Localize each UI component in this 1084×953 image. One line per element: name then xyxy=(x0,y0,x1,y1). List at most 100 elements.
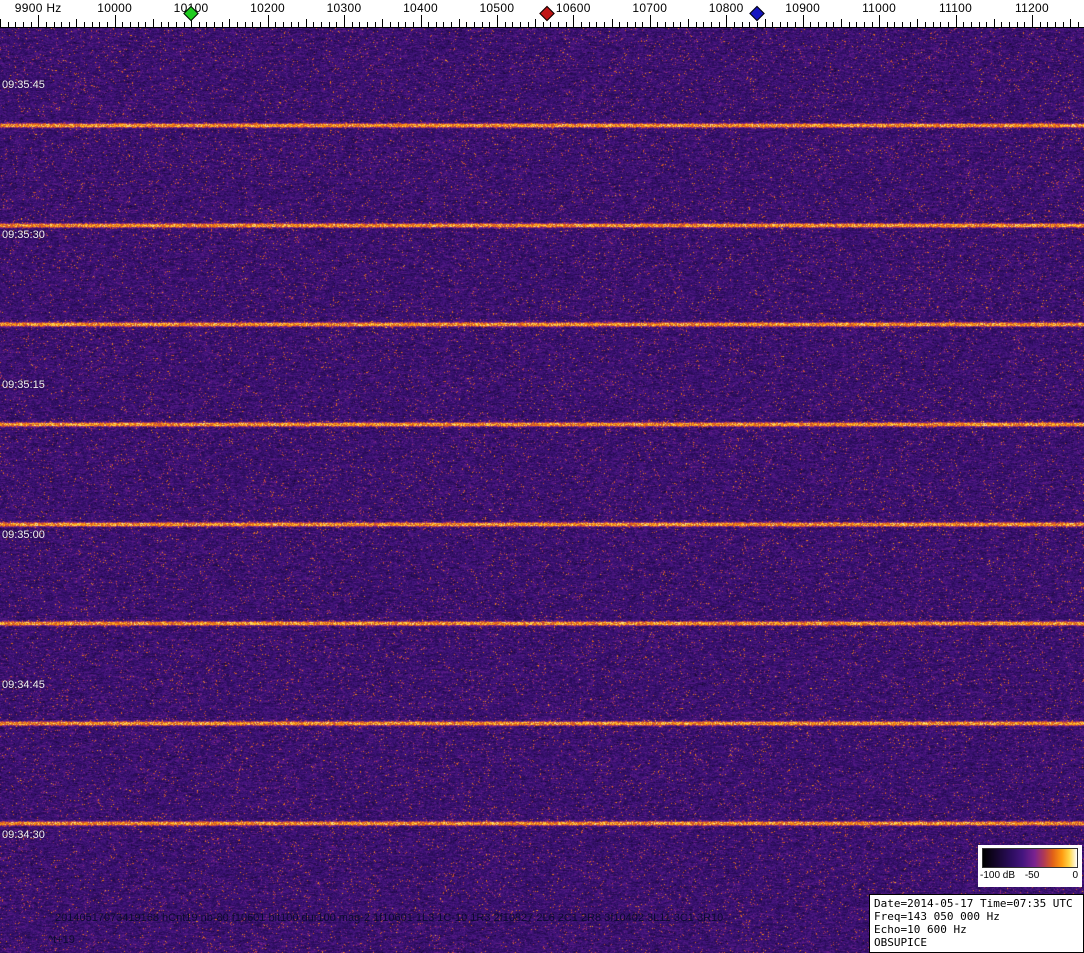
tick xyxy=(963,22,965,27)
tick xyxy=(91,22,93,27)
tick xyxy=(886,22,888,27)
tick xyxy=(665,22,667,27)
tick xyxy=(412,22,414,27)
freq-label: 10200 xyxy=(250,1,286,15)
tick xyxy=(1077,22,1079,27)
tick xyxy=(61,22,63,27)
tick xyxy=(818,22,819,27)
tick xyxy=(336,22,338,27)
meteor-spectrogram-app: 9900 Hz100001010010200103001040010500106… xyxy=(0,0,1084,953)
freq-label: 10500 xyxy=(479,1,515,15)
tick xyxy=(389,22,391,27)
tick xyxy=(749,22,751,27)
tick xyxy=(198,22,200,27)
tick xyxy=(305,19,307,27)
tick xyxy=(22,22,24,27)
legend-min-label: -100 dB xyxy=(980,870,1016,881)
legend-labels: -100 dB -50 0 xyxy=(978,870,1082,884)
tick xyxy=(1055,22,1056,27)
tick xyxy=(382,19,384,27)
tick xyxy=(175,22,177,27)
tick xyxy=(214,22,215,27)
tick xyxy=(703,22,705,27)
observation-info-box: Date=2014-05-17 Time=07:35 UTC Freq=143 … xyxy=(869,894,1084,953)
tick xyxy=(1032,15,1033,27)
tick xyxy=(504,22,506,27)
tick xyxy=(1016,22,1018,27)
tick xyxy=(321,22,323,27)
tick xyxy=(772,22,774,27)
tick xyxy=(122,22,124,27)
tick xyxy=(955,15,957,27)
frequency-ruler: 9900 Hz100001010010200103001040010500106… xyxy=(0,0,1084,28)
tick xyxy=(183,22,185,27)
tick xyxy=(527,22,529,27)
tick xyxy=(168,22,170,27)
tick xyxy=(451,22,452,27)
tick xyxy=(833,22,835,27)
tick xyxy=(443,22,445,27)
tick xyxy=(374,22,376,27)
tick xyxy=(840,19,842,27)
tick xyxy=(581,22,582,27)
tick xyxy=(244,22,246,27)
info-date-line: Date=2014-05-17 Time=07:35 UTC xyxy=(874,897,1073,910)
marker-blue[interactable] xyxy=(749,5,765,22)
tick xyxy=(53,22,55,27)
tick xyxy=(420,15,422,27)
tick xyxy=(137,22,139,27)
tick xyxy=(856,22,858,27)
time-label: 09:35:15 xyxy=(2,379,45,391)
tick xyxy=(642,22,644,27)
tick xyxy=(145,22,147,27)
tick xyxy=(1070,19,1072,27)
tick xyxy=(519,22,521,27)
tick xyxy=(932,22,934,27)
tick xyxy=(481,22,483,27)
freq-label: 10300 xyxy=(326,1,362,15)
time-label: 09:35:45 xyxy=(2,79,45,91)
freq-label: 10000 xyxy=(97,1,133,15)
freq-label: 11200 xyxy=(1015,1,1049,15)
info-station-line: OBSUPICE xyxy=(874,936,927,949)
marker-red[interactable] xyxy=(539,5,556,22)
tick xyxy=(535,19,537,27)
legend-mid-label: -50 xyxy=(1024,870,1040,881)
tick xyxy=(558,22,560,27)
tick xyxy=(741,22,743,27)
tick xyxy=(917,19,919,27)
freq-label: 10400 xyxy=(403,1,438,15)
tick xyxy=(7,22,9,27)
tick xyxy=(489,22,491,27)
tick xyxy=(596,22,598,27)
time-label: 09:34:45 xyxy=(2,679,45,691)
tick xyxy=(680,22,682,27)
tick xyxy=(359,22,361,27)
tick xyxy=(626,22,628,27)
tick xyxy=(688,19,689,27)
tick xyxy=(275,22,277,27)
tick xyxy=(795,22,796,27)
freq-label: 11000 xyxy=(862,1,897,15)
tick xyxy=(871,22,873,27)
tick xyxy=(38,15,40,27)
tick xyxy=(634,22,636,27)
tick xyxy=(588,22,590,27)
tick xyxy=(657,22,659,27)
tick xyxy=(130,22,131,27)
freq-label: 9900 Hz xyxy=(14,1,62,15)
tick xyxy=(986,22,988,27)
tick xyxy=(313,22,315,27)
tick xyxy=(0,19,1,27)
tick xyxy=(764,19,766,27)
tick xyxy=(229,19,231,27)
freq-label: 10900 xyxy=(785,1,821,15)
legend-max-label: 0 xyxy=(1072,870,1078,881)
tick xyxy=(30,22,32,27)
tick xyxy=(206,22,208,27)
tick xyxy=(909,22,911,27)
tick xyxy=(259,22,261,27)
tick xyxy=(237,22,238,27)
time-label: 09:34:30 xyxy=(2,829,45,841)
tick xyxy=(1024,22,1026,27)
